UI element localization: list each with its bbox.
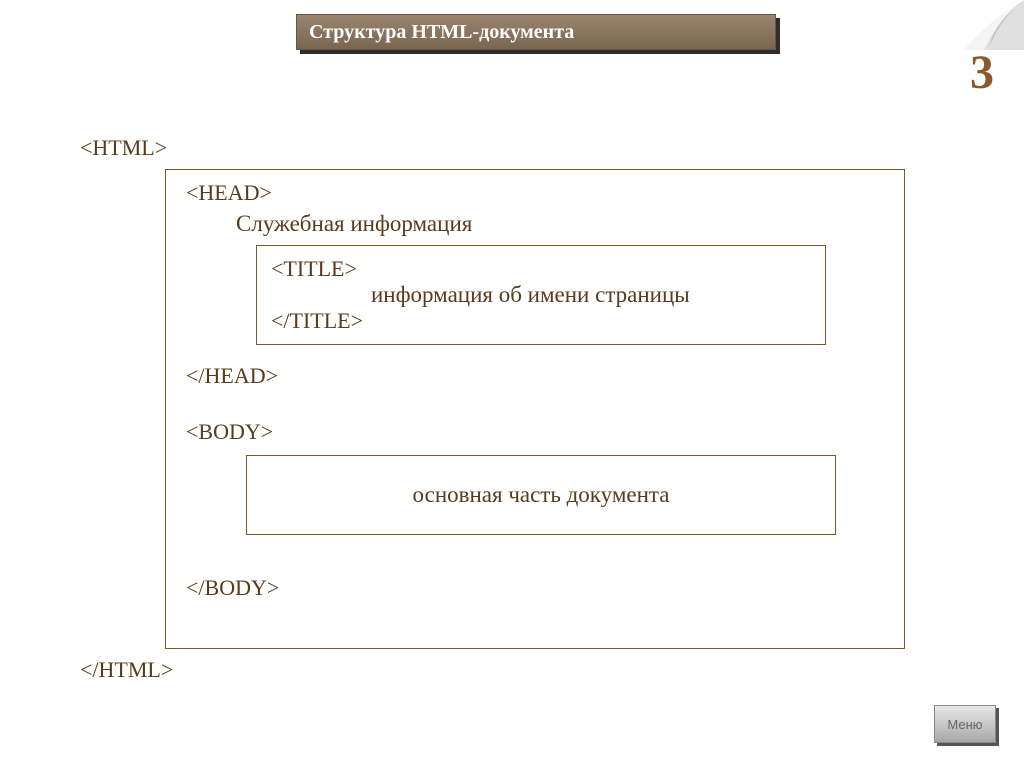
page-curl-decoration bbox=[964, 0, 1024, 50]
title-box: <TITLE> информация об имени страницы </T… bbox=[256, 245, 826, 345]
content-area: <HTML> <HEAD> Служебная информация <TITL… bbox=[80, 135, 950, 683]
menu-button[interactable]: Меню bbox=[934, 705, 996, 745]
title-content-text: информация об имени страницы bbox=[371, 282, 811, 308]
head-close-tag: </HEAD> bbox=[186, 363, 884, 389]
title-close-tag: </TITLE> bbox=[271, 308, 811, 334]
head-open-tag: <HEAD> bbox=[186, 180, 884, 206]
body-open-tag: <BODY> bbox=[186, 419, 884, 445]
menu-button-label: Меню bbox=[947, 717, 982, 732]
title-bar: Структура HTML-документа bbox=[300, 18, 780, 54]
html-close-tag: </HTML> bbox=[80, 657, 950, 683]
body-content-text: основная часть документа bbox=[413, 482, 670, 508]
head-description: Служебная информация bbox=[236, 211, 884, 237]
slide-title: Структура HTML-документа bbox=[309, 21, 574, 44]
title-open-tag: <TITLE> bbox=[271, 256, 811, 282]
html-box: <HEAD> Служебная информация <TITLE> инфо… bbox=[165, 169, 905, 649]
page-number: 3 bbox=[970, 45, 994, 100]
html-open-tag: <HTML> bbox=[80, 135, 950, 161]
body-close-tag: </BODY> bbox=[186, 575, 884, 601]
body-box: основная часть документа bbox=[246, 455, 836, 535]
title-bar-inner: Структура HTML-документа bbox=[296, 14, 776, 50]
